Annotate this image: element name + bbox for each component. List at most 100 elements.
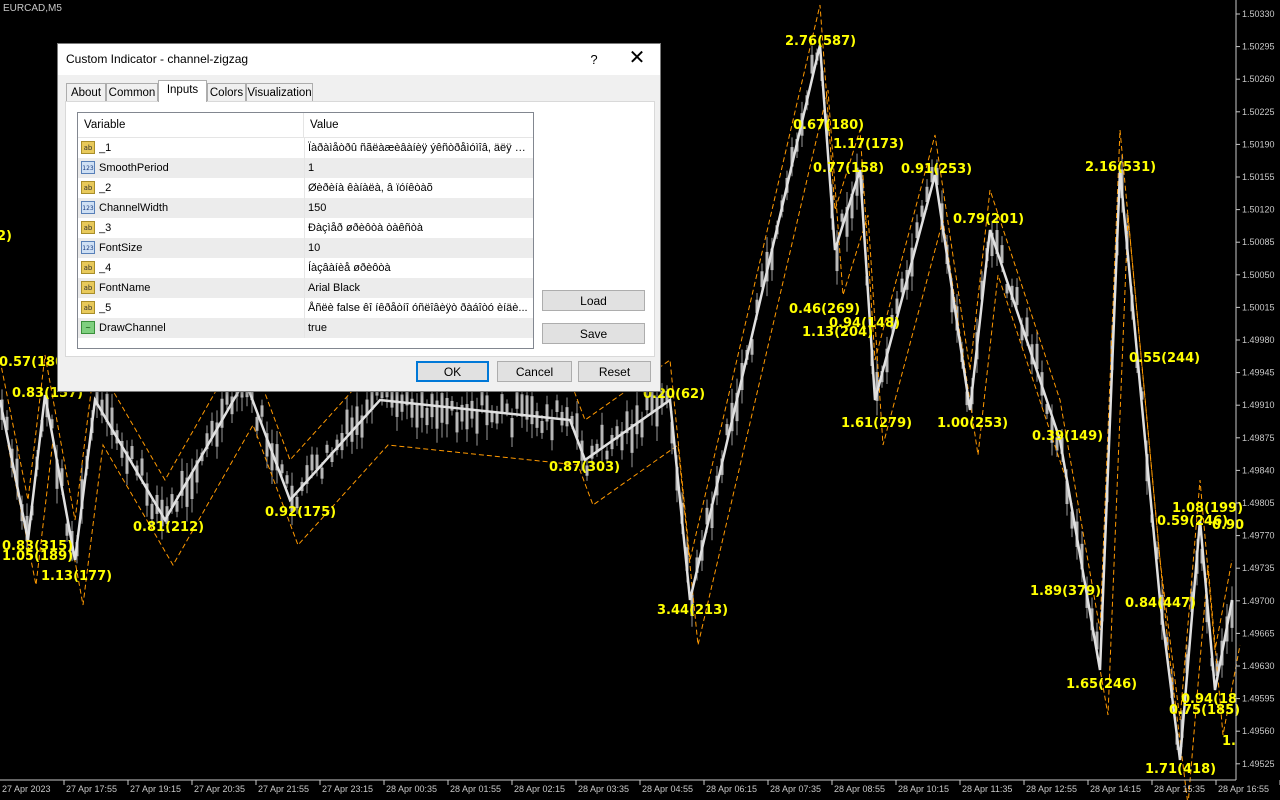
price-label: 1.50120 [1242,205,1275,215]
input-row-smoothperiod[interactable]: 123 SmoothPeriod 1 [78,158,533,178]
input-value[interactable]: Ïàðàìåòðû ñãëàæèâàíèÿ ýêñòðåìóìîâ, äëÿ ô… [308,138,530,158]
input-value[interactable]: 10 [308,238,530,258]
column-divider [304,318,305,338]
reset-button[interactable]: Reset [578,361,651,382]
time-label: 28 Apr 10:15 [898,784,949,794]
price-label: 1.49875 [1242,433,1275,443]
price-label: 1.50015 [1242,302,1275,312]
time-label: 28 Apr 15:35 [1154,784,1205,794]
time-label: 28 Apr 00:35 [386,784,437,794]
price-label: 1.49770 [1242,531,1275,541]
column-header-variable[interactable]: Variable [78,113,304,137]
column-divider [304,278,305,298]
candle-body [140,458,144,476]
zigzag-label: 0.39(149) [1032,429,1103,444]
input-variable-name: SmoothPeriod [99,162,169,174]
input-variable-name: _1 [99,142,112,154]
time-label: 28 Apr 16:55 [1218,784,1269,794]
input-value[interactable]: true [308,318,530,338]
dialog-title: Custom Indicator - channel-zigzag [66,52,249,66]
zigzag-label: 0.77(158) [813,161,884,176]
time-label: 27 Apr 2023 [2,784,51,794]
candle-body [600,424,604,449]
candle-body [505,403,509,413]
number-type-icon: 123 [81,201,95,214]
input-value[interactable]: 150 [308,198,530,218]
price-label: 1.49700 [1242,596,1275,606]
zigzag-label: 0.46(269) [789,302,860,317]
column-divider [304,258,305,278]
candle-body [530,396,534,425]
candle-body [150,503,154,519]
price-label: 1.49980 [1242,335,1275,345]
input-row-drawchannel[interactable]: ~ DrawChannel true [78,318,533,338]
zigzag-label: 1.17(173) [833,137,904,152]
input-value[interactable]: Øèðèíà êàíàëà, â ïóíêòàõ [308,178,530,198]
zigzag-label: 3.44(213) [657,603,728,618]
help-button[interactable]: ? [582,49,606,71]
candle-body [1025,317,1029,337]
price-label: 1.50295 [1242,42,1275,52]
price-label: 1.50260 [1242,74,1275,84]
zigzag-label: 1.13(177) [41,569,112,584]
input-variable-name: DrawChannel [99,322,166,334]
zigzag-label: 0.81(212) [133,520,204,535]
input-value[interactable]: Arial Black [308,278,530,298]
candle-body [255,416,259,431]
tab-common[interactable]: Common [106,83,158,101]
input-row-fontsize[interactable]: 123 FontSize 10 [78,238,533,258]
input-row-1[interactable]: ab _1 Ïàðàìåòðû ñãëàæèâàíèÿ ýêñòðåìóìîâ, ä… [78,138,533,158]
zigzag-label: 0.75(185) [1169,703,1240,718]
zigzag-label: 1. [1222,734,1236,749]
column-header-value[interactable]: Value [304,113,533,137]
zigzag-label: 2) [0,229,12,244]
save-button[interactable]: Save [542,323,645,344]
zigzag-label: 1.00(253) [937,416,1008,431]
candle-body [520,394,524,417]
tab-colors[interactable]: Colors [207,83,246,101]
input-value[interactable]: 1 [308,158,530,178]
ok-button[interactable]: OK [416,361,489,382]
dialog-titlebar[interactable]: Custom Indicator - channel-zigzag ? ✕ [58,44,660,75]
candle-body [510,418,514,438]
time-label: 28 Apr 12:55 [1026,784,1077,794]
candle-body [325,444,329,453]
string-type-icon: ab [81,281,95,294]
input-row-5[interactable]: ab _5 Åñëè false êî íêðåòíî óñëîâèÿò ðàáîò… [78,298,533,318]
input-variable-name: FontName [99,282,151,294]
candle-body [320,467,324,479]
time-label: 28 Apr 04:55 [642,784,693,794]
zigzag-label: 1.13(204) [802,325,873,340]
number-type-icon: 123 [81,161,95,174]
zigzag-label: 1.65(246) [1066,677,1137,692]
input-row-3[interactable]: ab _3 Ðàçìåð øðèôòà òàêñòà [78,218,533,238]
input-row-2[interactable]: ab _2 Øèðèíà êàíàëà, â ïóíêòàõ [78,178,533,198]
input-row-4[interactable]: ab _4 Íàçâàíèå øðèôòà [78,258,533,278]
candle-body [1015,287,1019,305]
load-button[interactable]: Load [542,290,645,311]
tab-visualization[interactable]: Visualization [246,83,313,101]
candle-body [355,406,359,435]
input-value[interactable]: Íàçâàíèå øðèôòà [308,258,530,278]
input-row-channelwidth[interactable]: 123 ChannelWidth 150 [78,198,533,218]
candle-body [535,411,539,428]
tab-inputs[interactable]: Inputs [158,80,207,102]
close-button[interactable]: ✕ [620,44,654,75]
tab-about[interactable]: About [66,83,106,101]
candle-body [285,475,289,484]
candle-body [550,419,554,441]
boolean-type-icon: ~ [81,321,95,334]
cancel-button[interactable]: Cancel [497,361,572,382]
candle-body [635,405,639,435]
chart-symbol: EURCAD,M5 [3,3,62,14]
input-value[interactable]: Ðàçìåð øðèôòà òàêñòà [308,218,530,238]
input-value[interactable]: Åñëè false êî íêðåòíî óñëîâèÿò ðàáîòó èí… [308,298,530,318]
grid-header: Variable Value [78,113,533,138]
input-variable-name: ChannelWidth [99,202,169,214]
price-label: 1.50330 [1242,9,1275,19]
input-row-fontname[interactable]: ab FontName Arial Black [78,278,533,298]
input-variable-name: _3 [99,222,112,234]
candle-body [500,394,504,414]
time-label: 27 Apr 17:55 [66,784,117,794]
zigzag-label: 1.71(418) [1145,762,1216,777]
